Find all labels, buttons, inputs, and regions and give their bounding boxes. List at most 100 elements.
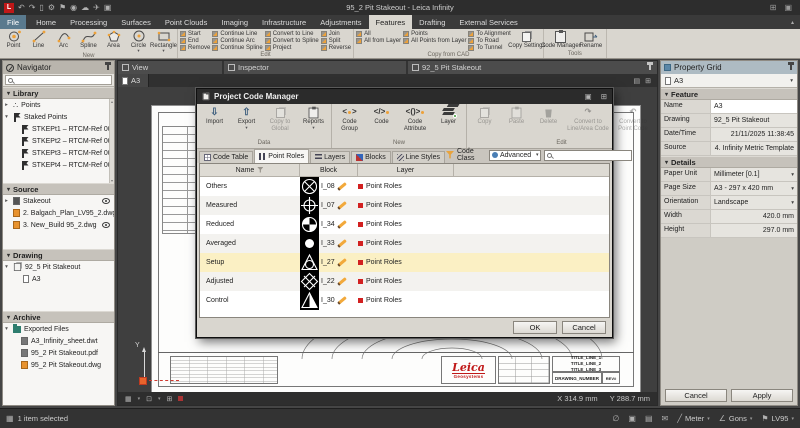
layout-icon[interactable]: ▣ <box>784 3 792 12</box>
reports-button[interactable]: Reports ▾ <box>298 106 329 129</box>
split-item[interactable]: Split <box>321 38 351 44</box>
visibility-eye-icon[interactable] <box>102 222 110 228</box>
edit-pencil-icon[interactable] <box>337 201 347 210</box>
dialog-dock-icon[interactable]: ⊞ <box>601 92 607 101</box>
page-size-select[interactable]: A3 - 297 x 420 mm▾ <box>711 182 797 195</box>
edit-pencil-icon[interactable] <box>337 258 347 267</box>
tree-item-stkept4[interactable]: STKEPt4 – RTCM-Ref 0000 (07 <box>3 159 114 171</box>
import-button[interactable]: ⇩ Import <box>199 106 230 126</box>
tab-inspector[interactable]: Inspector <box>224 61 408 74</box>
layer-button[interactable]: Layer <box>433 106 464 126</box>
view-mode-caret[interactable]: ▾ <box>138 396 141 402</box>
tab-drafting[interactable]: Drafting <box>412 15 452 29</box>
view-mode-icon[interactable]: ▦ <box>125 395 132 403</box>
collapse-ribbon-icon[interactable]: ▴ <box>791 15 800 29</box>
continue-arc-item[interactable]: Continue Arc <box>212 38 262 44</box>
tree-item-newbuild-dwg[interactable]: 3. New_Build 95_2.dwg <box>3 219 114 231</box>
screen-icon[interactable]: ⊞ <box>770 3 777 12</box>
convert-to-line-area-code-button[interactable]: ↷ Convert to Line/Area Code <box>565 106 611 132</box>
tab-a3-sheet[interactable]: A3 <box>118 74 149 87</box>
dialog-float-icon[interactable]: ▣ <box>585 92 592 101</box>
undo-icon[interactable]: ↶ <box>18 3 25 13</box>
rename-button[interactable]: Rename <box>578 30 604 49</box>
tab-external-services[interactable]: External Services <box>452 15 524 29</box>
column-block[interactable]: Block <box>300 164 358 176</box>
tab-surfaces[interactable]: Surfaces <box>114 15 158 29</box>
message-icon[interactable]: ✉ <box>662 414 669 423</box>
rectangle-button[interactable]: Rectangle ▾ <box>152 30 175 52</box>
tab-processing[interactable]: Processing <box>63 15 114 29</box>
paper-unit-select[interactable]: Millimeter [0.1]▾ <box>711 168 797 181</box>
edit-pencil-icon[interactable] <box>337 220 347 229</box>
tree-item-stkept2[interactable]: STKEPt2 – RTCM-Ref 0000 (07 <box>3 135 114 147</box>
tab-list-icon[interactable]: ▤ <box>634 77 641 85</box>
tree-item-staked-points[interactable]: ▾ Staked Points <box>3 111 114 123</box>
tab-layers[interactable]: Layers <box>310 151 350 163</box>
section-feature[interactable]: ▾ Feature <box>661 88 797 100</box>
tab-line-styles[interactable]: Line Styles <box>392 151 445 163</box>
copy-button[interactable]: Copy <box>469 106 500 126</box>
spline-button[interactable]: Spline <box>77 30 100 49</box>
cancel-button[interactable]: Cancel <box>665 389 727 402</box>
table-row-adjusted[interactable]: Adjusted I_22 Point Roles <box>200 272 609 291</box>
tree-item-stkept1[interactable]: STKEPt1 – RTCM-Ref 0000 (07 <box>3 123 114 135</box>
section-library[interactable]: ▾ Library <box>3 87 114 99</box>
edit-pencil-icon[interactable] <box>337 277 347 286</box>
continue-line-item[interactable]: Continue Line <box>212 31 262 37</box>
snap-grid-icon[interactable]: ⊞ <box>167 395 173 403</box>
ok-button[interactable]: OK <box>513 321 557 334</box>
export-button[interactable]: ⇧ Export ▾ <box>231 106 262 129</box>
tree-item-drawing-a3[interactable]: A3 <box>3 273 114 285</box>
edit-pencil-icon[interactable] <box>337 239 347 248</box>
paste-button[interactable]: Paste <box>501 106 532 126</box>
points-item[interactable]: Points <box>403 31 466 37</box>
ucs-origin-handle[interactable] <box>139 377 147 385</box>
snapshot-icon[interactable]: ◉ <box>70 3 77 13</box>
tree-item-drawing-doc[interactable]: ▾ 92_5 Pit Stakeout <box>3 261 114 273</box>
section-drawing[interactable]: ▾ Drawing <box>3 249 114 261</box>
code-attribute-button[interactable]: <()> Code Attribute <box>398 106 432 132</box>
tab-home[interactable]: Home <box>29 15 63 29</box>
to-alignment-item[interactable]: To Alignment <box>468 31 510 37</box>
apply-button[interactable]: Apply <box>731 389 793 402</box>
tab-blocks[interactable]: Blocks <box>351 151 391 163</box>
grid-toggle-icon[interactable]: ▤ <box>645 414 653 423</box>
code-class-label[interactable]: Code Class <box>457 148 486 162</box>
tab-imaging[interactable]: Imaging <box>214 15 255 29</box>
to-road-item[interactable]: To Road <box>468 38 510 44</box>
tab-adjustments[interactable]: Adjustments <box>313 15 368 29</box>
section-details[interactable]: ▾ Details <box>661 156 797 168</box>
convert-to-point-code-button[interactable]: ↶ Convert to Point Code <box>612 106 654 132</box>
copy-to-global-button[interactable]: Copy to Global <box>263 106 297 132</box>
column-name[interactable]: Name <box>200 164 300 176</box>
section-archive[interactable]: ▾ Archive <box>3 311 114 323</box>
dialog-titlebar[interactable]: Project Code Manager ▣ ⊞ <box>197 89 612 104</box>
tree-item-balgach-dwg[interactable]: 2. Balgach_Plan_LV95_2.dwg <box>3 207 114 219</box>
visibility-eye-icon[interactable] <box>102 198 110 204</box>
float-view-icon[interactable]: ⊞ <box>645 77 651 85</box>
angle-unit-select[interactable]: ∠ Gons ▾ <box>719 414 753 423</box>
cancel-button[interactable]: Cancel <box>562 321 606 334</box>
record-icon[interactable] <box>178 396 183 401</box>
pan-caret[interactable]: ▾ <box>158 396 161 402</box>
table-row-control[interactable]: Control I_30 Point Roles <box>200 291 609 310</box>
tab-features[interactable]: Features <box>369 15 413 29</box>
all-item[interactable]: All <box>356 31 401 37</box>
edit-pencil-icon[interactable] <box>337 182 347 191</box>
tab-point-roles[interactable]: Point Roles <box>254 149 309 163</box>
navigator-search-input[interactable] <box>15 77 109 84</box>
code-button[interactable]: </> Code <box>366 106 397 126</box>
delete-icon[interactable]: ▯ <box>39 3 43 13</box>
pan-icon[interactable]: ⊡ <box>146 395 152 403</box>
advanced-filter-select[interactable]: Advanced ▾ <box>489 150 542 161</box>
library-scrollbar[interactable]: ▴▾ <box>109 99 114 183</box>
window-toggle-icon[interactable]: ▣ <box>628 414 636 423</box>
dialog-search-input[interactable] <box>554 152 629 159</box>
flag-icon[interactable]: ⚑ <box>59 3 66 13</box>
convert-to-line-item[interactable]: Convert to Line <box>265 31 319 37</box>
navigator-pin-icon[interactable] <box>107 65 109 70</box>
arc-button[interactable]: Arc <box>52 30 75 49</box>
table-row-others[interactable]: Others I_08 Point Roles <box>200 177 609 196</box>
area-button[interactable]: Area <box>102 30 125 49</box>
filter-funnel-icon[interactable] <box>446 151 454 159</box>
